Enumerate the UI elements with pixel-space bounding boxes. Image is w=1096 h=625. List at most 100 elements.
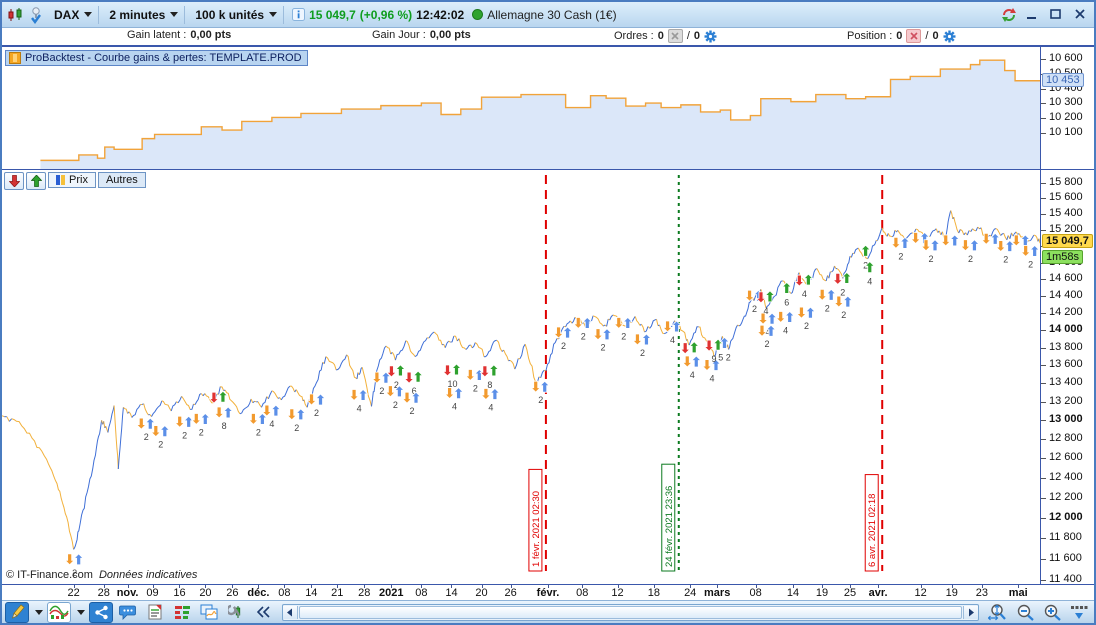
x-axis-label: 12 xyxy=(611,587,624,599)
axis-tick xyxy=(1041,497,1046,499)
trade-quantity-label: 2 xyxy=(182,430,187,440)
sell-arrow-icon xyxy=(286,408,298,421)
price-line-segment xyxy=(834,265,837,269)
draw-button[interactable] xyxy=(5,601,29,623)
trade-quantity-label: 2 xyxy=(929,254,934,264)
axis-tick-label: 13 600 xyxy=(1049,358,1083,371)
axis-tick xyxy=(1041,295,1046,297)
tab-autres[interactable]: Autres xyxy=(97,172,146,188)
quantity-dropdown[interactable]: 100 k unités xyxy=(189,5,285,24)
sell-arrow-icon xyxy=(681,355,693,368)
gain-latent-label: Gain latent : xyxy=(127,29,187,41)
sell-arrow-icon xyxy=(959,239,971,252)
trade-quantity-label: 2 xyxy=(581,331,586,341)
refresh-icon[interactable] xyxy=(1000,7,1018,23)
settings-button[interactable] xyxy=(224,602,248,623)
zoom-out-button[interactable] xyxy=(1013,602,1037,623)
x-axis-label: 08 xyxy=(278,587,291,599)
price-line-segment xyxy=(218,386,221,395)
chart-style-options-caret[interactable] xyxy=(74,603,86,622)
instrument-dropdown[interactable]: DAX xyxy=(48,5,100,24)
sell-arrow-icon xyxy=(64,553,76,566)
equity-panel-title[interactable]: ProBacktest - Courbe gains & pertes: TEM… xyxy=(5,50,308,66)
orders-mode-icon[interactable] xyxy=(28,6,44,24)
price-line-segment xyxy=(194,393,202,405)
axis-tick-label: 10 100 xyxy=(1049,126,1083,138)
sell-button[interactable] xyxy=(4,172,24,190)
sell-arrow-icon xyxy=(940,234,952,247)
axis-tick-label: 14 400 xyxy=(1049,288,1083,301)
trade-quantity-label: 2 xyxy=(410,406,415,416)
timeframe-dropdown[interactable]: 2 minutes xyxy=(103,5,186,24)
axis-tick-label: 12 000 xyxy=(1049,510,1083,523)
axis-tick xyxy=(1041,365,1046,367)
sell-arrow-icon xyxy=(631,333,643,346)
axis-tick xyxy=(1041,580,1046,581)
axis-tick xyxy=(1041,198,1046,200)
scrollbar-thumb[interactable] xyxy=(299,605,962,619)
price-line-segment xyxy=(428,331,435,339)
zoom-fit-button[interactable] xyxy=(986,602,1010,623)
periods-icon xyxy=(1071,606,1088,619)
price-line-segment xyxy=(1009,232,1012,239)
x-axis-label: 08 xyxy=(415,587,428,599)
draw-options-caret[interactable] xyxy=(32,603,44,622)
price-line-segment xyxy=(471,342,476,349)
share-button[interactable] xyxy=(89,601,113,623)
axis-tick xyxy=(1041,279,1046,281)
svg-text:1 févr. 2021 02:30: 1 févr. 2021 02:30 xyxy=(531,491,542,567)
trade-quantity-label: 2 xyxy=(393,400,398,410)
news-button[interactable] xyxy=(143,602,167,623)
price-line-segment xyxy=(143,403,149,416)
x-axis-label: 26 xyxy=(226,587,239,599)
scroll-left-icon[interactable] xyxy=(283,605,298,619)
trade-quantity-label: 8 xyxy=(222,421,227,431)
axis-tick xyxy=(1041,312,1046,314)
price-line-segment xyxy=(250,398,254,404)
price-line-segment xyxy=(239,398,252,415)
close-position-icon[interactable] xyxy=(906,29,922,43)
price-line-segment xyxy=(176,401,179,404)
collapse-toolbar-button[interactable] xyxy=(251,602,275,623)
x-axis-label: 24 xyxy=(684,587,697,599)
sell-arrow-icon xyxy=(553,326,565,339)
periods-button[interactable] xyxy=(1067,602,1091,623)
sell-arrow-icon xyxy=(442,364,453,377)
workspace-button[interactable] xyxy=(197,602,221,623)
position-gear-icon[interactable] xyxy=(943,30,956,43)
axis-tick xyxy=(1041,347,1046,349)
chat-button[interactable] xyxy=(116,602,140,623)
scroll-right-icon[interactable] xyxy=(963,605,978,619)
price-line-segment xyxy=(323,356,327,364)
minimize-button[interactable] xyxy=(1022,7,1042,23)
x-axis-label: nov. xyxy=(116,587,139,599)
close-button[interactable] xyxy=(1070,7,1090,23)
trade-quantity-label: 2 xyxy=(158,440,163,450)
price-line-segment xyxy=(943,210,952,239)
orders-count2: 0 xyxy=(693,30,701,42)
buy-arrow-icon xyxy=(766,312,778,325)
maximize-button[interactable] xyxy=(1046,7,1066,23)
tab-prix[interactable]: Prix xyxy=(48,172,96,188)
backtest-icon xyxy=(9,52,21,64)
sell-arrow-icon xyxy=(403,371,415,384)
price-chart[interactable]: 1 févr. 2021 02:30 24 févr. 2021 23:36 6 a… xyxy=(2,171,1040,585)
orderbook-button[interactable] xyxy=(170,602,194,623)
candlestick-chart-icon[interactable] xyxy=(6,7,24,23)
price-line-segment xyxy=(975,226,979,232)
buy-arrow-icon xyxy=(199,412,211,425)
price-y-axis: 15 049,7 1m58s 15 800 15 600 15 400 15 200 1… xyxy=(1040,170,1094,585)
price-line-segment xyxy=(280,385,291,401)
buy-button[interactable] xyxy=(26,172,46,190)
trade-quantity-label: 2 xyxy=(841,310,846,320)
chart-style-button[interactable] xyxy=(47,601,71,623)
info-icon[interactable] xyxy=(292,8,306,21)
quote-time: 12:42:02 xyxy=(416,7,465,22)
horizontal-scrollbar[interactable] xyxy=(282,603,979,621)
trade-quantity-label: 2 xyxy=(825,303,830,313)
axis-tick-label: 15 600 xyxy=(1049,191,1083,204)
cancel-orders-icon[interactable] xyxy=(667,29,683,43)
zoom-in-button[interactable] xyxy=(1040,602,1064,623)
orders-gear-icon[interactable] xyxy=(704,30,717,43)
equity-current-badge: 10 453 xyxy=(1042,72,1084,87)
